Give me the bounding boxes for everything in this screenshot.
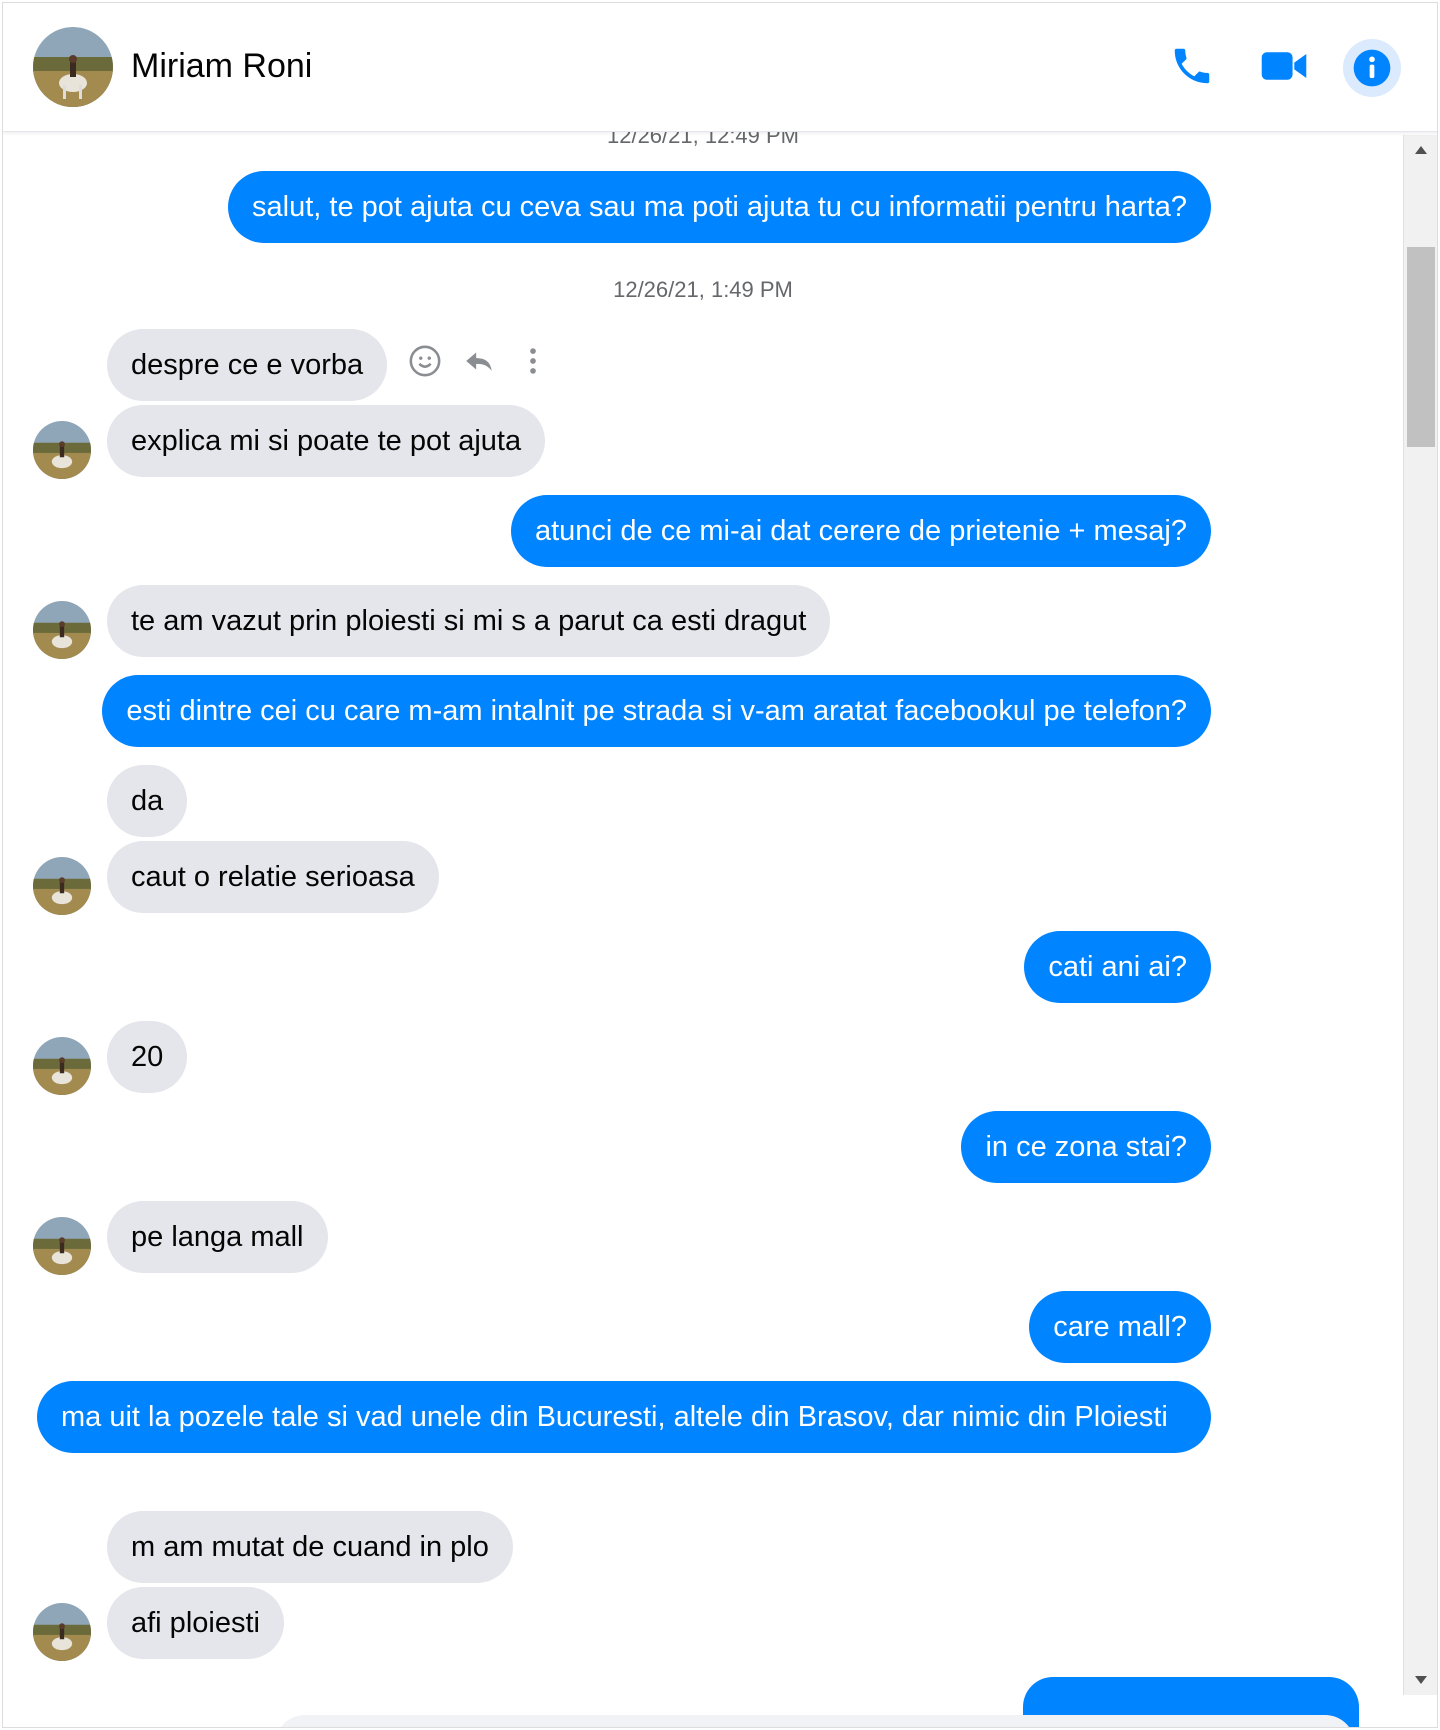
avatar-photo: [33, 27, 113, 107]
contact-avatar-small[interactable]: [33, 1217, 91, 1275]
message-list[interactable]: 12/26/21, 12:49 PM salut, te pot ajuta c…: [3, 131, 1403, 1691]
avatar-photo: [33, 1217, 91, 1275]
contact-avatar-small[interactable]: [33, 1037, 91, 1095]
outgoing-message[interactable]: cati ani ai?: [1024, 931, 1211, 1003]
contact-avatar-small[interactable]: [33, 421, 91, 479]
incoming-message[interactable]: caut o relatie serioasa: [107, 841, 439, 913]
timestamp: 12/26/21, 12:49 PM: [606, 131, 800, 148]
outgoing-message[interactable]: atunci de ce mi-ai dat cerere de prieten…: [510, 495, 1211, 567]
incoming-message[interactable]: afi ploiesti: [107, 1587, 284, 1659]
reply-icon[interactable]: [459, 341, 499, 381]
video-call-button[interactable]: [1257, 39, 1311, 93]
outgoing-message[interactable]: care mall?: [1029, 1291, 1211, 1363]
call-button[interactable]: [1165, 39, 1219, 93]
phone-icon: [1174, 48, 1210, 84]
contact-avatar[interactable]: [33, 27, 113, 107]
scroll-down-button[interactable]: [1404, 1665, 1437, 1695]
incoming-message[interactable]: explica mi si poate te pot ajuta: [107, 405, 546, 477]
incoming-message[interactable]: te am vazut prin ploiesti si mi s a paru…: [107, 585, 831, 657]
avatar-photo: [33, 1603, 91, 1661]
outgoing-message[interactable]: salut, te pot ajuta cu ceva sau ma poti …: [228, 171, 1211, 243]
smiley-icon[interactable]: [405, 341, 445, 381]
contact-avatar-small[interactable]: [33, 857, 91, 915]
outgoing-message[interactable]: in ce zona stai?: [961, 1111, 1211, 1183]
arrow-up-icon: [1415, 146, 1427, 154]
contact-name[interactable]: Miriam Roni: [131, 47, 312, 86]
message-composer[interactable]: [275, 1715, 1355, 1727]
info-icon: [1353, 49, 1391, 87]
contact-avatar-small[interactable]: [33, 601, 91, 659]
avatar-photo: [33, 1037, 91, 1095]
video-icon: [1261, 52, 1307, 80]
info-button[interactable]: [1343, 39, 1401, 97]
arrow-down-icon: [1415, 1676, 1427, 1684]
contact-avatar-small[interactable]: [33, 1603, 91, 1661]
scrollbar-thumb[interactable]: [1407, 247, 1435, 447]
incoming-message[interactable]: 20: [107, 1021, 188, 1093]
scrollbar[interactable]: [1403, 135, 1437, 1695]
avatar-photo: [33, 421, 91, 479]
avatar-photo: [33, 601, 91, 659]
avatar-photo: [33, 857, 91, 915]
message-actions: [405, 341, 553, 381]
conversation-header: Miriam Roni: [3, 3, 1437, 132]
scroll-up-button[interactable]: [1404, 135, 1437, 165]
timestamp: 12/26/21, 1:49 PM: [613, 277, 793, 302]
incoming-message[interactable]: despre ce e vorba: [107, 329, 388, 401]
incoming-message[interactable]: da: [107, 765, 188, 837]
incoming-message[interactable]: pe langa mall: [107, 1201, 328, 1273]
more-icon[interactable]: [513, 341, 553, 381]
outgoing-message[interactable]: esti dintre cei cu care m-am intalnit pe…: [102, 675, 1211, 747]
incoming-message[interactable]: m am mutat de cuand in plo: [107, 1511, 513, 1583]
outgoing-message[interactable]: ma uit la pozele tale si vad unele din B…: [37, 1381, 1211, 1453]
messenger-window: Miriam Roni 12/26/21, 12:49 PM salut, te…: [2, 2, 1438, 1728]
